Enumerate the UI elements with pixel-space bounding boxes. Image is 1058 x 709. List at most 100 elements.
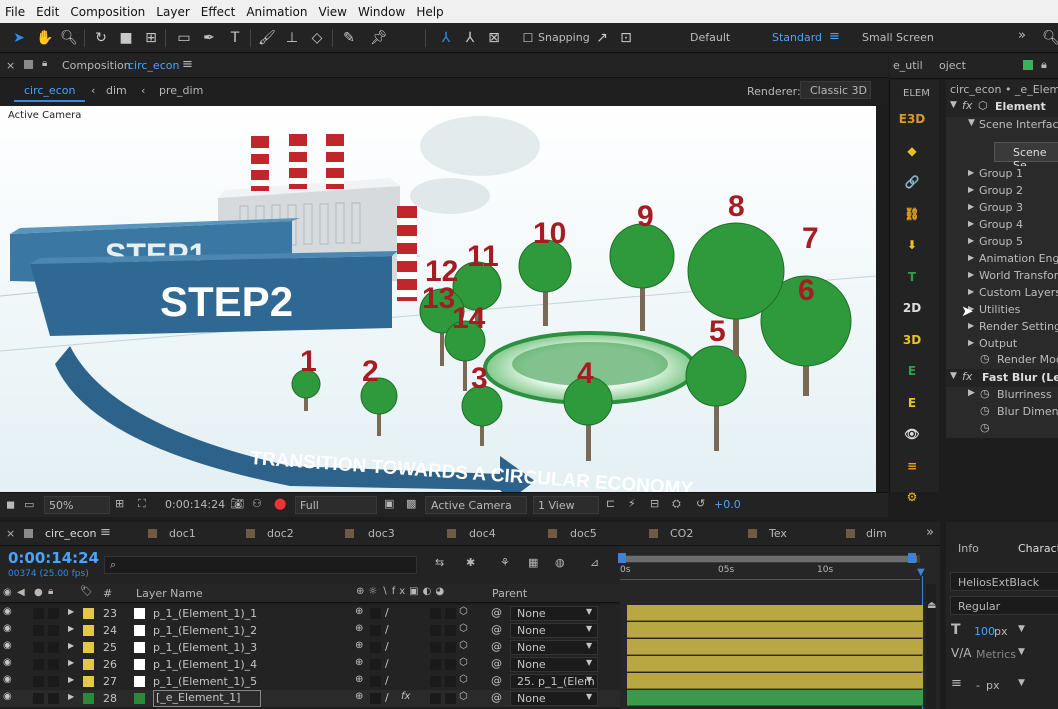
leading-dropdown-icon[interactable]: ▼ [1018,678,1025,688]
show-snapshot-icon[interactable]: ⚇ [252,497,262,510]
pick-whip-icon[interactable]: @ [491,674,502,687]
adjustment-switch[interactable] [445,676,456,687]
menu-edit[interactable]: Edit [31,5,65,19]
layer-search-input[interactable]: ⌕ [104,556,417,574]
e3d-icon[interactable]: E3D [899,108,926,130]
fast-preview-icon[interactable]: ⚡︎ [628,497,636,510]
quality-switch-icon[interactable]: / [385,640,389,653]
video-toggle-icon[interactable]: ◉ [3,587,12,598]
collapse-switch[interactable] [370,676,381,687]
stopwatch-icon[interactable]: ◷ [980,387,990,400]
workspace-small-screen[interactable]: Small Screen [862,31,934,44]
collapse-switch[interactable] [370,625,381,636]
label-color-swatch[interactable] [83,659,94,670]
panel-menu-icon[interactable]: ≡ [182,57,193,72]
fx-group-row[interactable]: ▶ Animation Engin [946,251,1058,268]
snap-option-icon[interactable]: ↗ [593,29,611,47]
menu-file[interactable]: File [0,5,31,19]
expand-arrow-icon[interactable]: ▶ [968,185,974,194]
region-icon[interactable]: ⛶ [138,497,146,511]
lock-box[interactable] [48,625,59,636]
rectangle-tool-icon[interactable]: ▭ [175,29,193,47]
kerning-value[interactable]: Metrics [976,648,1016,661]
adjustment-switch[interactable] [445,625,456,636]
fx-group-row[interactable]: ▶ Group 3 [946,200,1058,217]
menu-composition[interactable]: Composition [65,5,151,19]
eye-icon[interactable]: ◉ [3,657,12,668]
breadcrumb-dim[interactable]: dim [106,84,127,97]
lock-icon[interactable]: 🔒︎ [42,58,47,69]
layer-name[interactable]: p_1_(Element_1)_5 [153,675,257,688]
layer-name[interactable]: p_1_(Element_1)_4 [153,658,257,671]
stopwatch-icon[interactable]: ◷ [980,352,990,365]
layer-duration-bar[interactable] [627,605,923,621]
local-axis-icon[interactable]: ⅄ [437,29,455,47]
layer-name[interactable]: [_e_Element_1] [153,690,262,707]
keyframe-diamond-icon[interactable]: ◆ [901,140,923,162]
color-channel-icon[interactable]: ⬤ [274,497,286,510]
solo-box[interactable] [33,625,44,636]
font-family-dropdown[interactable]: HeliosExtBlack [950,572,1058,591]
info-tab[interactable]: Info [958,542,979,555]
expand-arrow-icon[interactable]: ▶ [68,658,74,667]
parent-dropdown[interactable]: None [510,606,598,621]
lock-box[interactable] [48,608,59,619]
expand-arrow-icon[interactable]: ▶ [968,253,974,262]
font-size-dropdown-icon[interactable]: ▼ [1018,624,1025,634]
eye-icon[interactable]: ◉ [3,640,12,651]
stopwatch-icon[interactable]: ◷ [980,404,990,417]
lock-box[interactable] [48,676,59,687]
expand-arrow-icon[interactable]: ▶ [68,607,74,616]
camera-view-dropdown[interactable]: Active Camera [425,496,527,514]
collapse-switch[interactable] [370,693,381,704]
fx-switch-icon[interactable]: fx [401,691,410,702]
solo-box[interactable] [33,676,44,687]
layer-row[interactable]: ◉ ▶ 24 p_1_(Element_1)_2 ⊕ / ⬡ @ None ▼ [0,622,620,639]
motion-blur-switch[interactable] [430,693,441,704]
fx-icon[interactable]: fx [962,370,972,383]
graph-editor-icon[interactable]: ⊿ [590,556,599,569]
playhead-icon[interactable]: ▼ [917,567,925,578]
type-tool-icon[interactable]: T [226,29,244,47]
font-size-value[interactable]: 100 [974,625,995,638]
tab-doc2[interactable]: doc2 [267,527,294,540]
3d-layer-icon[interactable]: ⬡ [459,640,468,651]
quality-switch-icon[interactable]: / [385,657,389,670]
layer-duration-bar[interactable] [627,622,923,638]
blur-dimensions-row[interactable]: ◷ Blur Dimens [946,404,1058,421]
pen-tool-icon[interactable]: ✒ [200,29,218,47]
monitor-icon[interactable]: ▭ [24,498,34,511]
tab-co2[interactable]: CO2 [670,527,693,540]
eraser-tool-icon[interactable]: ◇ [308,29,326,47]
fx-icon[interactable]: fx [962,99,972,112]
snap-grid-icon[interactable]: ⊡ [617,29,635,47]
parent-dropdown[interactable]: None [510,691,598,706]
stopwatch-icon[interactable]: ◷ [980,421,990,434]
shy-switch-icon[interactable]: ⊕ [355,640,363,651]
eye-icon[interactable]: ◉ [3,674,12,685]
solo-toggle-icon[interactable]: ● [34,587,43,598]
work-area-start-handle[interactable] [618,553,626,563]
zoom-dropdown[interactable]: 50% [44,496,110,514]
current-time[interactable]: 0:00:14:24 [165,498,225,511]
layer-duration-bar[interactable] [627,639,923,655]
3d-layer-icon[interactable]: ⬡ [459,657,468,668]
element-paste-icon[interactable]: E [901,392,923,414]
parent-dropdown[interactable]: None [510,640,598,655]
zoom-tool-icon[interactable]: 🔍︎ [60,29,78,47]
motion-blur-switch[interactable] [430,608,441,619]
workspace-menu-icon[interactable]: ≡ [829,29,840,44]
tab-doc4[interactable]: doc4 [469,527,496,540]
adjustment-switch[interactable] [445,659,456,670]
effect-element-row[interactable]: ▼ fx ⬡ Element [946,99,1058,116]
blurriness-row[interactable]: ▶ ◷ Blurriness [946,387,1058,404]
menu-help[interactable]: Help [411,5,449,19]
pick-whip-icon[interactable]: @ [491,657,502,670]
3d-layer-icon[interactable]: ⬡ [459,691,468,702]
selection-tool-icon[interactable]: ➤ [10,29,28,47]
rotate-tool-icon[interactable]: ↻ [92,29,110,47]
repeat-edge-row[interactable]: ◷ [946,421,1058,438]
3d-layer-icon[interactable]: ⬡ [459,606,468,617]
expand-arrow-icon[interactable]: ▶ [968,270,974,279]
solo-box[interactable] [33,608,44,619]
